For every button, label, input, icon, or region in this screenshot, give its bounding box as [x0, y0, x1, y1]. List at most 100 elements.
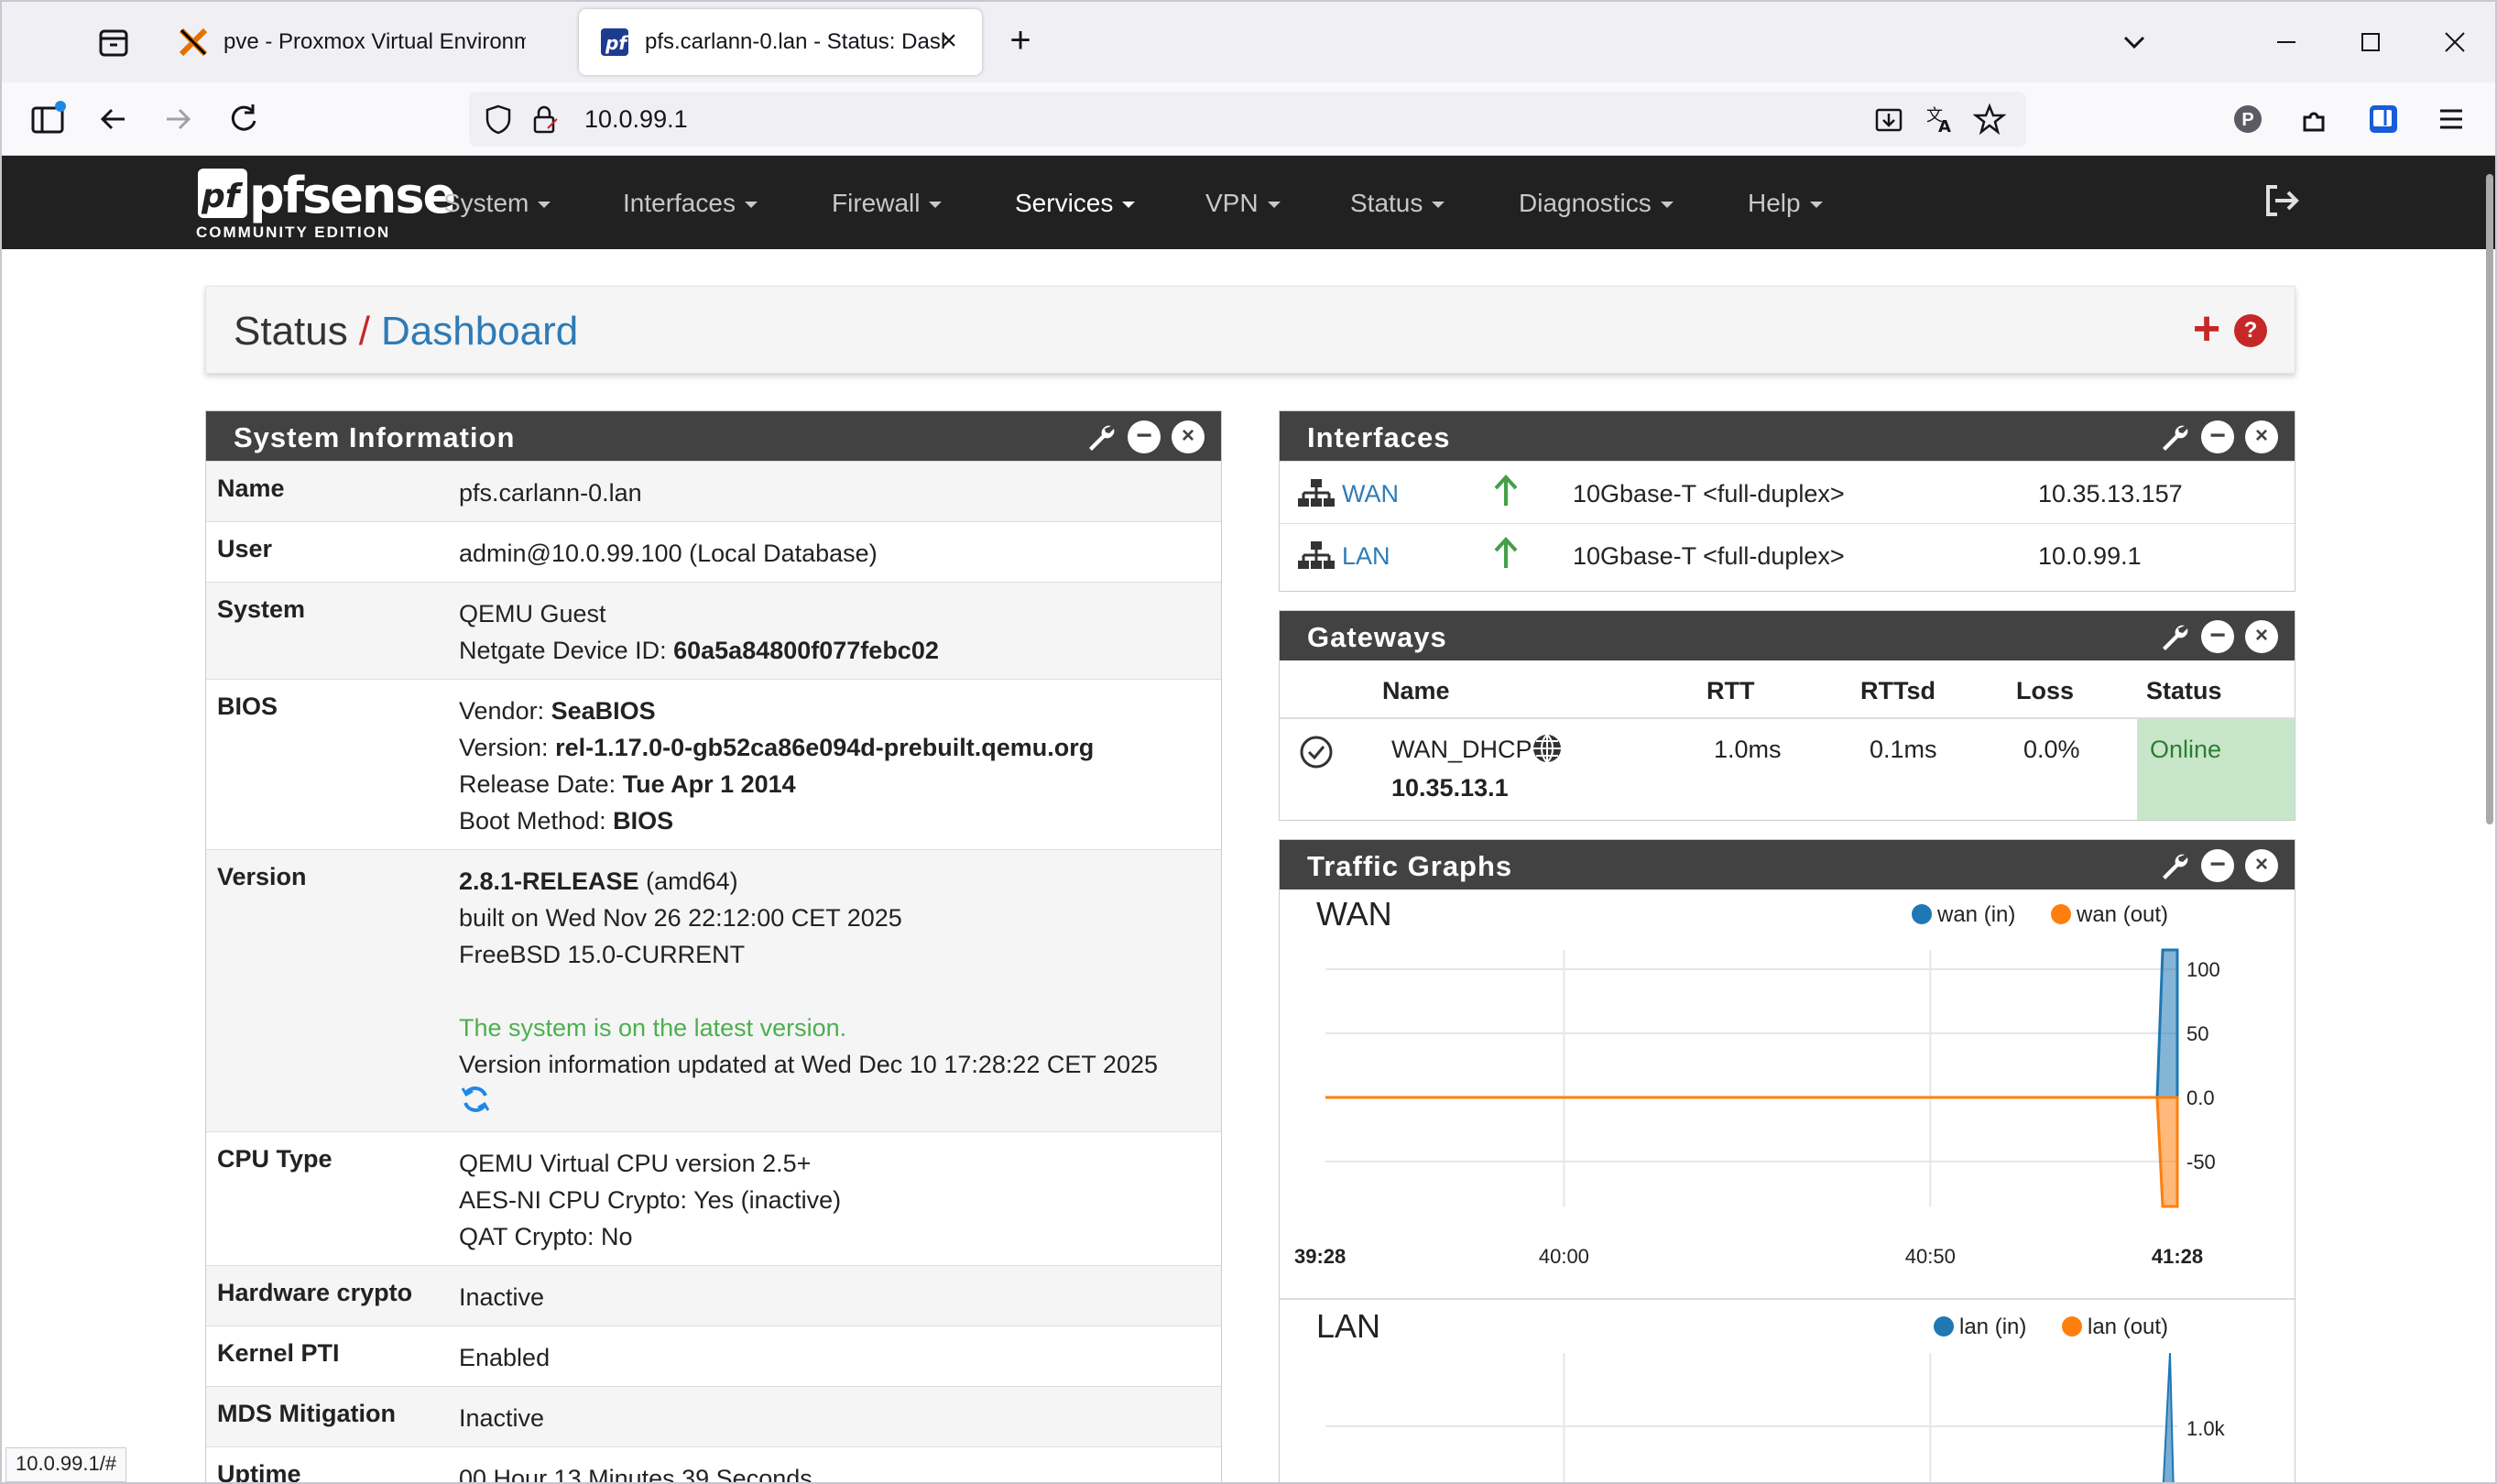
legend-wan-in[interactable]: wan (in)	[1912, 902, 2015, 928]
table-row: CPU Type QEMU Virtual CPU version 2.5+ A…	[206, 1131, 1221, 1265]
close-widget-icon[interactable]: ×	[2245, 420, 2278, 453]
minimize-widget-icon[interactable]: −	[1128, 420, 1161, 453]
wrench-icon[interactable]	[2157, 849, 2190, 882]
table-row: System QEMU Guest Netgate Device ID: 60a…	[206, 582, 1221, 679]
tab-pfsense[interactable]: pf pfs.carlann-0.lan - Status: Dashboard…	[579, 9, 982, 75]
svg-text:A: A	[1938, 117, 1951, 136]
new-tab-button[interactable]: +	[1000, 22, 1041, 62]
download-page-icon[interactable]	[1872, 103, 1905, 136]
close-widget-icon[interactable]: ×	[2245, 849, 2278, 882]
cpu-qat: QAT Crypto: No	[459, 1223, 633, 1250]
interface-ip: 10.0.99.1	[2038, 542, 2142, 570]
menu-services[interactable]: Services	[1015, 189, 1136, 218]
row-value: Vendor: SeaBIOS Version: rel-1.17.0-0-gb…	[459, 693, 1094, 839]
legend-wan-out[interactable]: wan (out)	[2051, 902, 2168, 928]
caret-down-icon	[1809, 202, 1823, 209]
close-widget-icon[interactable]: ×	[1172, 420, 1205, 453]
legend-dot	[2051, 903, 2071, 924]
status-up-icon	[1490, 535, 1521, 572]
tab-proxmox[interactable]: pve - Proxmox Virtual Environment	[158, 9, 561, 75]
device-id-label: Netgate Device ID:	[459, 637, 674, 664]
row-label: CPU Type	[217, 1145, 333, 1173]
translate-icon[interactable]: 文A	[1924, 103, 1957, 136]
shield-icon[interactable]	[482, 103, 515, 136]
version-latest-status: The system is on the latest version.	[459, 1014, 847, 1042]
table-row: BIOS Vendor: SeaBIOS Version: rel-1.17.0…	[206, 679, 1221, 849]
close-window-icon[interactable]	[2435, 22, 2475, 62]
row-label: Uptime	[217, 1460, 301, 1484]
row-value: QEMU Guest Netgate Device ID: 60a5a84800…	[459, 595, 939, 669]
bios-vendor-label: Vendor:	[459, 697, 551, 725]
menu-label: Interfaces	[623, 189, 736, 217]
list-all-tabs-icon[interactable]	[2114, 22, 2154, 62]
menu-firewall[interactable]: Firewall	[832, 189, 943, 218]
gateway-status: Online	[2150, 736, 2222, 763]
add-widget-button[interactable]: +	[2185, 305, 2229, 353]
address-bar[interactable]: 10.0.99.1 文A	[469, 92, 2026, 147]
minimize-widget-icon[interactable]: −	[2201, 420, 2234, 453]
forward-icon[interactable]	[156, 97, 200, 141]
menu-help[interactable]: Help	[1748, 189, 1823, 218]
breadcrumb-separator: /	[358, 309, 370, 354]
minimize-widget-icon[interactable]: −	[2201, 620, 2234, 653]
menu-diagnostics[interactable]: Diagnostics	[1519, 189, 1674, 218]
close-tab-icon[interactable]: ×	[934, 27, 964, 57]
menu-icon[interactable]	[2429, 97, 2473, 141]
menu-status[interactable]: Status	[1350, 189, 1445, 218]
url-text[interactable]: 10.0.99.1	[584, 105, 688, 134]
breadcrumb-current[interactable]: Dashboard	[381, 309, 578, 354]
pfsense-header: pf pfsense COMMUNITY EDITION System Inte…	[2, 156, 2495, 249]
pfsense-logo[interactable]: pf pfsense COMMUNITY EDITION	[196, 167, 456, 241]
bios-boot-value: BIOS	[613, 807, 674, 835]
row-label: MDS Mitigation	[217, 1400, 396, 1427]
legend-dot	[2062, 1315, 2082, 1337]
device-id: 60a5a84800f077febc02	[673, 637, 939, 664]
page-scrollbar[interactable]	[2486, 174, 2493, 824]
legend-label: lan (in)	[1959, 1315, 2027, 1339]
maximize-icon[interactable]	[2350, 22, 2391, 62]
wrench-icon[interactable]	[1084, 420, 1117, 453]
interface-name-link[interactable]: WAN	[1342, 480, 1399, 508]
bitwarden-icon[interactable]	[2361, 97, 2405, 141]
menu-vpn[interactable]: VPN	[1205, 189, 1281, 218]
legend-lan-out[interactable]: lan (out)	[2062, 1315, 2168, 1340]
refresh-icon[interactable]	[459, 1083, 492, 1116]
interface-row-wan: WAN 10Gbase-T <full-duplex> 10.35.13.157	[1280, 461, 2295, 523]
cpu-model: QEMU Virtual CPU version 2.5+	[459, 1150, 812, 1177]
menu-system[interactable]: System	[443, 189, 551, 218]
bookmark-star-icon[interactable]	[1972, 103, 2007, 136]
minimize-widget-icon[interactable]: −	[2201, 849, 2234, 882]
extensions-icon[interactable]	[2292, 97, 2336, 141]
caret-down-icon	[929, 202, 943, 209]
panel-header: System Information − ×	[206, 411, 1221, 461]
interface-name-link[interactable]: LAN	[1342, 542, 1390, 571]
interface-media: 10Gbase-T <full-duplex>	[1573, 542, 1845, 570]
tab-list-icon[interactable]	[93, 22, 134, 62]
lock-icon[interactable]	[528, 103, 561, 136]
help-icon[interactable]: ?	[2234, 314, 2267, 347]
x-tick-label: 40:50	[1905, 1245, 1956, 1268]
legend-label: wan (out)	[2077, 902, 2169, 927]
wan-graph-title: WAN	[1316, 895, 1392, 933]
table-row: Kernel PTI Enabled	[206, 1326, 1221, 1386]
wrench-icon[interactable]	[2157, 420, 2190, 453]
profile-avatar[interactable]: P	[2226, 97, 2270, 141]
table-row: Version 2.8.1-RELEASE (amd64) built on W…	[206, 849, 1221, 1131]
menu-label: Services	[1015, 189, 1114, 217]
row-label: Hardware crypto	[217, 1279, 413, 1306]
row-value: Inactive	[459, 1404, 545, 1432]
close-widget-icon[interactable]: ×	[2245, 620, 2278, 653]
minimize-icon[interactable]	[2266, 22, 2306, 62]
reload-icon[interactable]	[222, 97, 266, 141]
table-row: MDS Mitigation Inactive	[206, 1386, 1221, 1446]
logout-icon[interactable]	[2261, 180, 2303, 222]
menu-label: Help	[1748, 189, 1801, 217]
menu-interfaces[interactable]: Interfaces	[623, 189, 758, 218]
sidebar-icon[interactable]	[26, 97, 70, 141]
wrench-icon[interactable]	[2157, 620, 2190, 653]
legend-lan-in[interactable]: lan (in)	[1934, 1315, 2026, 1340]
back-icon[interactable]	[92, 97, 136, 141]
y-tick-label: 50	[2186, 1022, 2208, 1045]
breadcrumb-parent[interactable]: Status	[234, 309, 348, 354]
browser-window: pve - Proxmox Virtual Environment pf pfs…	[0, 0, 2497, 1484]
